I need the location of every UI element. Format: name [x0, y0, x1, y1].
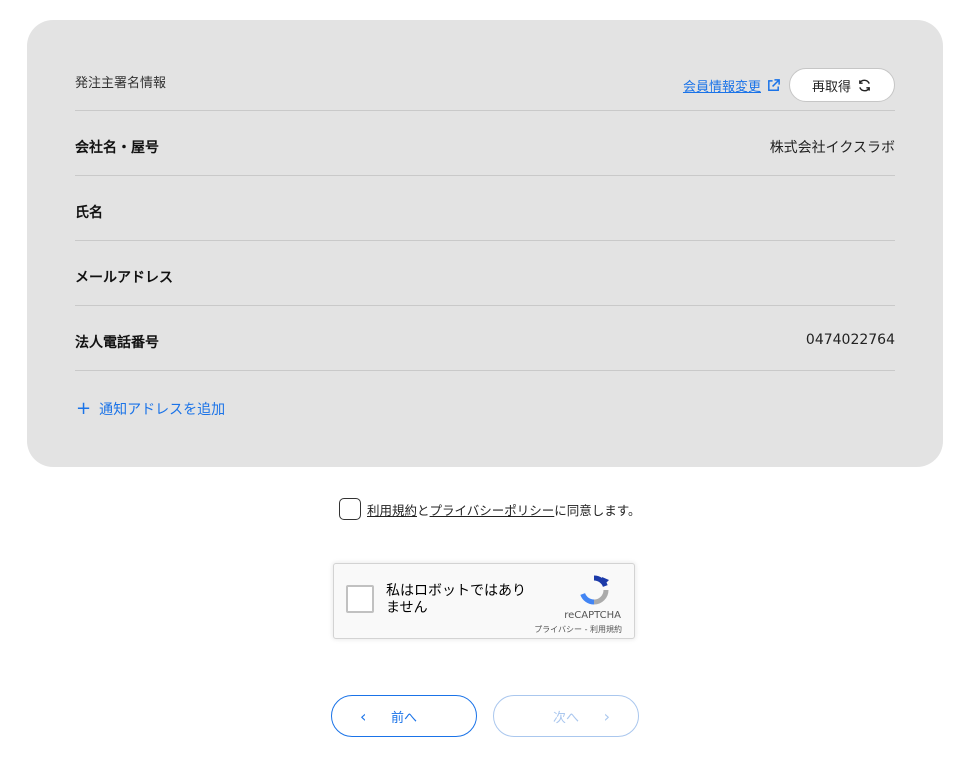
consent-text: 利用規約とプライバシーポリシーに同意します。 [367, 500, 641, 519]
next-label: 次へ [552, 710, 579, 726]
section-title: 発注主署名情報 [75, 76, 167, 91]
privacy-policy-link[interactable]: プライバシーポリシー [430, 503, 555, 518]
recaptcha-brand: reCAPTCHA [564, 610, 621, 621]
consent-checkbox[interactable] [339, 498, 361, 520]
add-notification-address-link[interactable]: + 通知アドレスを追加 [76, 399, 225, 419]
consent-suffix: に同意します。 [554, 502, 641, 518]
phone-label: 法人電話番号 [75, 335, 159, 351]
consent-conjunction: と [417, 502, 430, 518]
prev-button[interactable]: ‹ 前へ [331, 695, 477, 737]
member-info-change-label[interactable]: 会員情報変更 [683, 76, 761, 95]
consent-row: 利用規約とプライバシーポリシーに同意します。 [339, 498, 641, 520]
recaptcha-checkbox[interactable] [346, 585, 374, 613]
chevron-right-icon: › [603, 707, 610, 726]
member-info-change-link[interactable]: 会員情報変更 [683, 76, 781, 95]
terms-link[interactable]: 利用規約 [367, 503, 417, 518]
company-label: 会社名・屋号 [75, 140, 159, 156]
email-label: メールアドレス [75, 270, 173, 286]
row-phone: 法人電話番号 0474022764 [75, 306, 895, 371]
card-header: 発注主署名情報 会員情報変更 再取得 [75, 68, 895, 111]
add-notification-address-label: 通知アドレスを追加 [99, 402, 226, 418]
signer-info-card: 発注主署名情報 会員情報変更 再取得 会社名・屋号 株式会社イクスラボ 氏名 メ… [27, 20, 943, 467]
refresh-icon [859, 79, 870, 91]
company-value: 株式会社イクスラボ [769, 140, 895, 156]
name-label: 氏名 [75, 205, 103, 221]
chevron-left-icon: ‹ [360, 707, 367, 726]
phone-value: 0474022764 [805, 332, 895, 348]
recaptcha-logo-icon [580, 575, 609, 605]
prev-label: 前へ [390, 710, 417, 726]
recaptcha-terms[interactable]: プライバシー - 利用規約 [534, 624, 622, 635]
external-link-icon [768, 79, 780, 91]
refetch-button[interactable]: 再取得 [789, 68, 895, 102]
recaptcha-widget: 私はロボットではありません reCAPTCHA プライバシー - 利用規約 [333, 563, 635, 639]
row-name: 氏名 [75, 176, 895, 241]
row-email: メールアドレス [75, 241, 895, 306]
row-company: 会社名・屋号 株式会社イクスラボ [75, 111, 895, 176]
refetch-label: 再取得 [811, 79, 851, 95]
next-button[interactable]: 次へ › [493, 695, 639, 737]
recaptcha-label: 私はロボットではありません [386, 583, 526, 616]
plus-icon: + [76, 398, 92, 419]
